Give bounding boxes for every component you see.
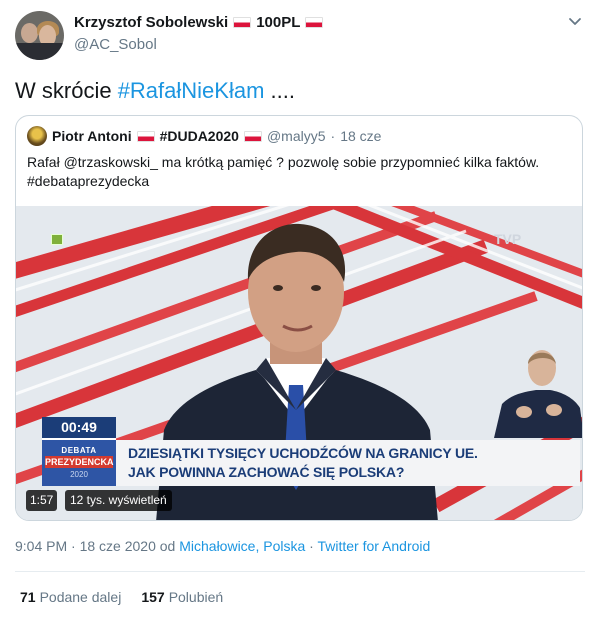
flag-icon: [136, 130, 155, 142]
tweet-text: W skrócie #RafałNieKłam ....: [15, 78, 295, 104]
source-link[interactable]: Twitter for Android: [317, 538, 430, 554]
debate-logo: DEBATA PREZYDENCKA 2020: [42, 440, 116, 486]
author-name-suffix[interactable]: 100PL: [256, 14, 300, 31]
author-handle[interactable]: @AC_Sobol: [74, 36, 157, 53]
author-name-row[interactable]: Krzysztof Sobolewski 100PL: [74, 14, 324, 31]
quoted-text: Rafał @trzaskowski_ ma krótką pamięć ? p…: [27, 153, 572, 191]
quoted-text-line1: Rafał @trzaskowski_ ma krótką pamięć ? p…: [27, 154, 540, 170]
channel-logo: [51, 234, 63, 245]
flag-icon: [305, 17, 324, 28]
retweets-stat[interactable]: 71 Podane dalej: [20, 589, 121, 605]
caption-line-2: JAK POWINNA ZACHOWAĆ SIĘ POLSKA?: [128, 464, 405, 480]
author-name[interactable]: Krzysztof Sobolewski: [74, 14, 228, 31]
quoted-date[interactable]: 18 cze: [340, 128, 381, 144]
quoted-handle[interactable]: @malyy5: [267, 128, 326, 144]
broadcast-clock: 00:49: [42, 417, 116, 438]
chevron-down-icon[interactable]: [566, 14, 584, 30]
quoted-name[interactable]: Piotr Antoni: [52, 128, 132, 144]
flag-icon: [243, 130, 262, 142]
quoted-header: Piotr Antoni #DUDA2020 @malyy5 · 18 cze: [27, 126, 381, 146]
quoted-tag[interactable]: #DUDA2020: [160, 128, 239, 144]
tweet-text-suffix: ....: [264, 78, 295, 103]
tweet-timestamp[interactable]: 9:04 PM · 18 cze 2020 od: [15, 538, 179, 554]
tweet: Krzysztof Sobolewski 100PL @AC_Sobol W s…: [0, 0, 600, 622]
likes-stat[interactable]: 157 Polubień: [141, 589, 223, 605]
author-avatar[interactable]: [15, 11, 64, 60]
quoted-text-line2[interactable]: #debataprezydecka: [27, 172, 572, 191]
engagement-stats: 71 Podane dalej 157 Polubień: [20, 589, 223, 605]
tweet-text-prefix: W skrócie: [15, 78, 118, 103]
divider: [15, 571, 585, 572]
view-count: 12 tys. wyświetleń: [65, 490, 172, 511]
video-player[interactable]: TVP 00:49 DEBATA PREZYDENCKA 2020 DZIESI…: [16, 206, 582, 520]
flag-icon: [233, 17, 252, 28]
quoted-tweet[interactable]: Piotr Antoni #DUDA2020 @malyy5 · 18 cze …: [15, 115, 583, 521]
sign-language-interpreter: [494, 350, 582, 438]
quoted-separator: ·: [330, 128, 336, 144]
caption-line-1: DZIESIĄTKI TYSIĘCY UCHODŹCÓW NA GRANICY …: [128, 445, 478, 461]
caption-bar: DEBATA PREZYDENCKA 2020 DZIESIĄTKI TYSIĘ…: [42, 440, 580, 486]
quoted-avatar[interactable]: [27, 126, 47, 146]
video-duration: 1:57: [26, 490, 58, 511]
hashtag-link[interactable]: #RafałNieKłam: [118, 78, 265, 103]
svg-text:TVP: TVP: [494, 231, 521, 247]
tweet-meta: 9:04 PM · 18 cze 2020 od Michałowice, Po…: [15, 538, 431, 554]
location-link[interactable]: Michałowice, Polska: [179, 538, 305, 554]
